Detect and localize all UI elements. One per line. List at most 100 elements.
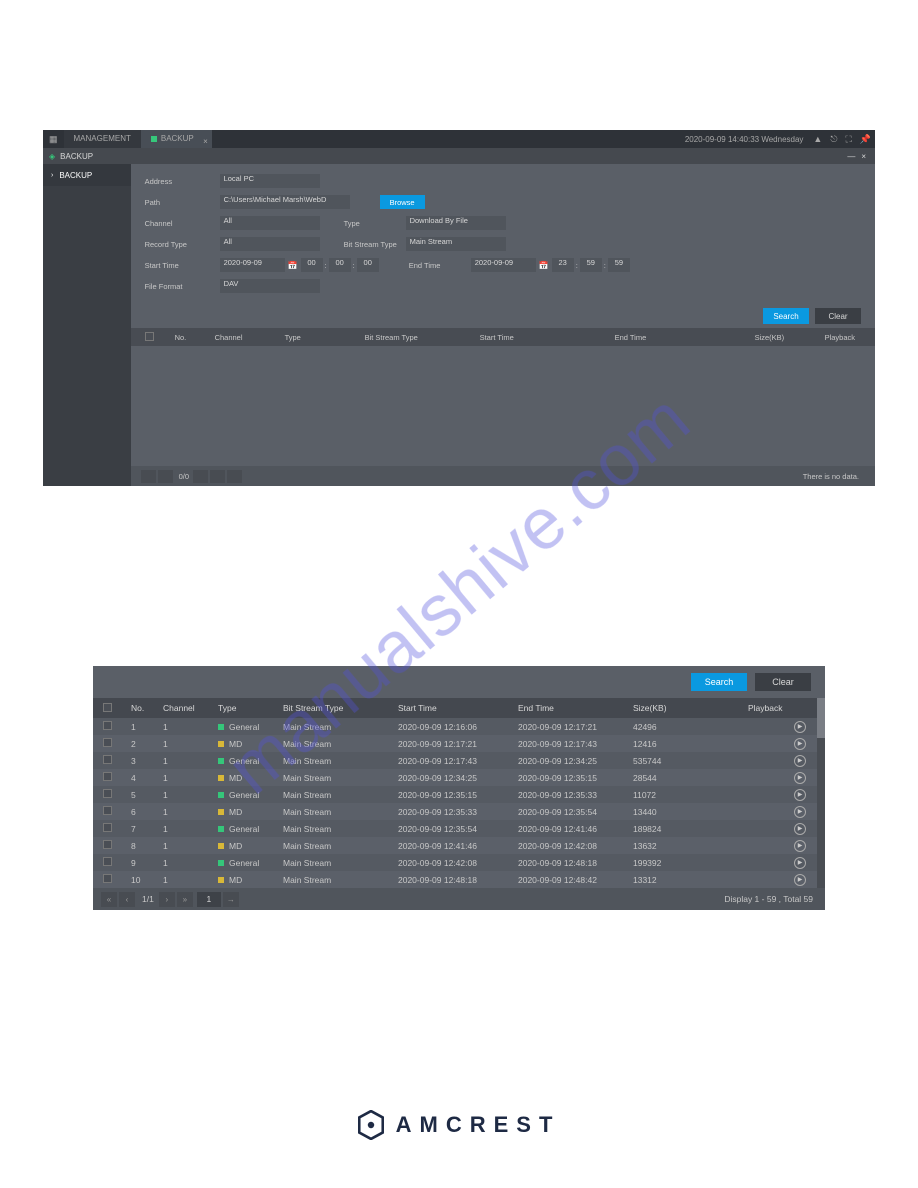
row-checkbox[interactable] — [103, 789, 112, 798]
scroll-thumb[interactable] — [817, 698, 825, 738]
select-all-checkbox[interactable] — [103, 703, 112, 712]
exit-icon[interactable]: ⎋ — [826, 134, 841, 145]
sidebar-item-backup[interactable]: › BACKUP — [43, 164, 131, 186]
cell-no: 9 — [131, 858, 163, 868]
status-dot-icon — [218, 792, 224, 798]
select-all-checkbox[interactable] — [145, 332, 154, 341]
table-row[interactable]: 61MDMain Stream2020-09-09 12:35:332020-0… — [93, 803, 825, 820]
tab-management[interactable]: MANAGEMENT — [64, 130, 141, 148]
cell-channel: 1 — [163, 824, 218, 834]
end-date-input[interactable]: 2020-09-09 — [471, 258, 536, 272]
table-row[interactable]: 101MDMain Stream2020-09-09 12:48:182020-… — [93, 871, 825, 888]
search-button[interactable]: Search — [691, 673, 747, 691]
row-checkbox[interactable] — [103, 840, 112, 849]
table-row[interactable]: 21MDMain Stream2020-09-09 12:17:212020-0… — [93, 735, 825, 752]
user-icon[interactable]: ▲ — [809, 134, 826, 144]
page-goto-input[interactable] — [197, 892, 221, 907]
row-checkbox[interactable] — [103, 806, 112, 815]
clear-button[interactable]: Clear — [815, 308, 861, 324]
end-sec[interactable]: 59 — [608, 258, 630, 272]
pin-icon[interactable]: 📌 — [856, 134, 875, 145]
page-first-button[interactable]: « — [101, 892, 117, 907]
col-channel: Channel — [215, 333, 285, 342]
cell-type: General — [218, 824, 283, 834]
close-icon[interactable]: × — [203, 133, 208, 151]
cell-type: General — [218, 722, 283, 732]
cell-bst: Main Stream — [283, 756, 398, 766]
clear-button[interactable]: Clear — [755, 673, 811, 691]
cell-type: General — [218, 858, 283, 868]
cell-size: 11072 — [633, 790, 748, 800]
cell-channel: 1 — [163, 858, 218, 868]
col-channel: Channel — [163, 703, 218, 713]
path-input[interactable]: C:\Users\Michael Marsh\WebD — [220, 195, 350, 209]
play-icon[interactable]: ▶ — [794, 840, 806, 852]
table-row[interactable]: 71GeneralMain Stream2020-09-09 12:35:542… — [93, 820, 825, 837]
calendar-icon[interactable]: 📅 — [539, 261, 549, 270]
table-row[interactable]: 41MDMain Stream2020-09-09 12:34:252020-0… — [93, 769, 825, 786]
cell-size: 42496 — [633, 722, 748, 732]
minimize-icon[interactable]: — — [844, 152, 858, 161]
start-date-input[interactable]: 2020-09-09 — [220, 258, 285, 272]
end-min[interactable]: 59 — [580, 258, 602, 272]
row-checkbox[interactable] — [103, 874, 112, 883]
cell-start: 2020-09-09 12:42:08 — [398, 858, 518, 868]
browse-button[interactable]: Browse — [380, 195, 425, 209]
row-checkbox[interactable] — [103, 721, 112, 730]
row-checkbox[interactable] — [103, 755, 112, 764]
tab-backup[interactable]: BACKUP× — [141, 130, 212, 148]
page-next-button[interactable] — [193, 470, 208, 483]
fullscreen-icon[interactable]: ⛶ — [841, 134, 855, 145]
cell-channel: 1 — [163, 790, 218, 800]
address-select[interactable]: Local PC — [220, 174, 320, 188]
play-icon[interactable]: ▶ — [794, 806, 806, 818]
play-icon[interactable]: ▶ — [794, 721, 806, 733]
end-hour[interactable]: 23 — [552, 258, 574, 272]
table-row[interactable]: 81MDMain Stream2020-09-09 12:41:462020-0… — [93, 837, 825, 854]
channel-select[interactable]: All — [220, 216, 320, 230]
row-checkbox[interactable] — [103, 823, 112, 832]
cell-bst: Main Stream — [283, 773, 398, 783]
page-first-button[interactable] — [141, 470, 156, 483]
close-window-icon[interactable]: × — [858, 152, 869, 161]
col-bst: Bit Stream Type — [365, 333, 480, 342]
search-button[interactable]: Search — [763, 308, 809, 324]
page-prev-button[interactable] — [158, 470, 173, 483]
table-row[interactable]: 51GeneralMain Stream2020-09-09 12:35:152… — [93, 786, 825, 803]
table-row[interactable]: 91GeneralMain Stream2020-09-09 12:42:082… — [93, 854, 825, 871]
row-checkbox[interactable] — [103, 857, 112, 866]
record-type-select[interactable]: All — [220, 237, 320, 251]
row-checkbox[interactable] — [103, 738, 112, 747]
apps-grid-icon[interactable]: ▦ — [43, 134, 64, 145]
play-icon[interactable]: ▶ — [794, 874, 806, 886]
page-next-button[interactable]: › — [159, 892, 175, 907]
play-icon[interactable]: ▶ — [794, 738, 806, 750]
page-go-button[interactable]: → — [223, 892, 239, 907]
scrollbar[interactable] — [817, 698, 825, 888]
bst-select[interactable]: Main Stream — [406, 237, 506, 251]
play-icon[interactable]: ▶ — [794, 823, 806, 835]
page-last-button[interactable] — [210, 470, 225, 483]
play-icon[interactable]: ▶ — [794, 755, 806, 767]
bst-label: Bit Stream Type — [344, 240, 406, 249]
play-icon[interactable]: ▶ — [794, 857, 806, 869]
diamond-icon: ◈ — [49, 152, 55, 161]
play-icon[interactable]: ▶ — [794, 772, 806, 784]
page-last-button[interactable]: » — [177, 892, 193, 907]
file-format-select[interactable]: DAV — [220, 279, 320, 293]
cell-start: 2020-09-09 12:16:06 — [398, 722, 518, 732]
start-hour[interactable]: 00 — [301, 258, 323, 272]
status-dot-icon — [218, 775, 224, 781]
play-icon[interactable]: ▶ — [794, 789, 806, 801]
type-select[interactable]: Download By File — [406, 216, 506, 230]
page-prev-button[interactable]: ‹ — [119, 892, 135, 907]
col-end: End Time — [615, 333, 755, 342]
start-sec[interactable]: 00 — [357, 258, 379, 272]
calendar-icon[interactable]: 📅 — [288, 261, 298, 270]
row-checkbox[interactable] — [103, 772, 112, 781]
table-row[interactable]: 11GeneralMain Stream2020-09-09 12:16:062… — [93, 718, 825, 735]
page-go-button[interactable] — [227, 470, 242, 483]
pagination-footer: « ‹ 1/1 › » → Display 1 - 59 , Total 59 — [93, 888, 825, 910]
table-row[interactable]: 31GeneralMain Stream2020-09-09 12:17:432… — [93, 752, 825, 769]
start-min[interactable]: 00 — [329, 258, 351, 272]
